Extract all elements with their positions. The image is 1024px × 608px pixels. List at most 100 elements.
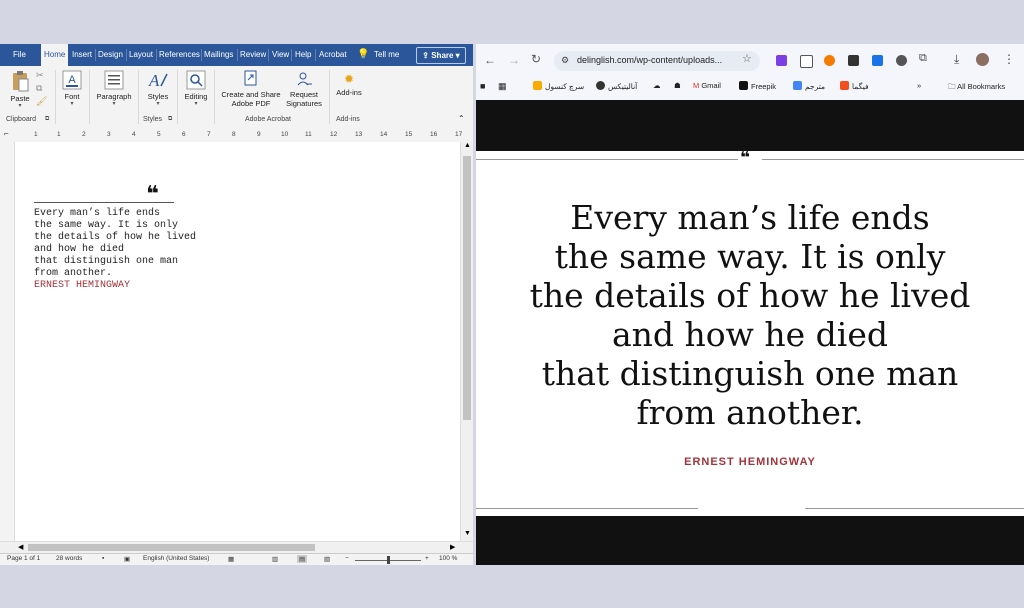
extension-icon[interactable]	[872, 55, 883, 66]
paragraph-button[interactable]: Paragraph ▾	[93, 70, 135, 107]
doc-author: ERNEST HEMINGWAY	[34, 280, 131, 291]
paste-button[interactable]: Paste ▾	[6, 70, 34, 109]
vertical-scrollbar[interactable]: ▲ ▼	[460, 142, 473, 541]
accessibility-icon[interactable]: ▣	[124, 555, 130, 563]
language[interactable]: English (United States)	[143, 555, 209, 562]
svg-text:A: A	[68, 74, 76, 86]
editing-button[interactable]: Editing ▾	[181, 70, 211, 107]
tab-mailings[interactable]: Mailings	[204, 44, 233, 66]
bookmark-extra[interactable]: ☗	[674, 81, 681, 90]
all-bookmarks-label: All Bookmarks	[957, 82, 1006, 91]
quote-line: the same way. It is only	[554, 237, 946, 276]
word-count[interactable]: 28 words	[56, 555, 82, 562]
bookmark-figma[interactable]: فیگما	[840, 81, 869, 91]
copy-icon[interactable]: ⧉	[36, 83, 42, 94]
bookmark-translator[interactable]: مترجم	[793, 81, 825, 91]
scroll-down-icon[interactable]: ▼	[464, 530, 471, 537]
bookmark-gmail[interactable]: M Gmail	[693, 81, 721, 90]
address-bar[interactable]: ⚙ delinglish.com/wp-content/uploads...	[554, 51, 760, 71]
tab-review[interactable]: Review	[240, 44, 266, 66]
ruler-tick: 4	[132, 131, 136, 138]
extension-icon[interactable]	[848, 55, 859, 66]
scroll-right-icon[interactable]: ▶	[450, 543, 455, 551]
scroll-up-icon[interactable]: ▲	[464, 142, 471, 149]
tab-acrobat[interactable]: Acrobat	[319, 44, 347, 66]
quote-line: that distinguish one man	[541, 354, 959, 393]
tab-design[interactable]: Design	[98, 44, 123, 66]
scroll-left-icon[interactable]: ◀	[18, 543, 23, 551]
dialog-launcher-icon[interactable]: ⧉	[168, 116, 172, 123]
extension-icon[interactable]	[824, 55, 835, 66]
print-layout-icon[interactable]: ▤	[297, 555, 308, 563]
ruler-tick: 8	[232, 131, 236, 138]
avatar[interactable]	[976, 53, 989, 66]
url-text[interactable]: delinglish.com/wp-content/uploads...	[577, 55, 722, 65]
create-share-pdf-button[interactable]: Create and Share Adobe PDF	[218, 70, 284, 108]
analytics-icon	[533, 81, 542, 90]
bookmark-analytics[interactable]: آنالیتیکس	[596, 81, 637, 91]
extension-icon[interactable]	[896, 55, 907, 66]
all-bookmarks[interactable]: 🗀 All Bookmarks	[948, 81, 1005, 94]
document-body[interactable]: Every man’s life ends the same way. It i…	[34, 208, 196, 292]
horizontal-ruler: ⌐ 1 1 2 3 4 5 6 7 8 9 10 11 12 13 14 15 …	[0, 128, 473, 143]
format-painter-icon[interactable]: 🖌	[36, 96, 47, 107]
back-icon[interactable]: ←	[484, 53, 496, 67]
tab-insert[interactable]: Insert	[72, 44, 92, 66]
tab-layout[interactable]: Layout	[129, 44, 153, 66]
tab-search-icon[interactable]: ■	[480, 81, 485, 91]
page-count[interactable]: Page 1 of 1	[7, 555, 40, 562]
tab-help[interactable]: Help	[295, 44, 311, 66]
paste-label: Paste	[10, 94, 30, 103]
proofing-icon[interactable]: ▪	[102, 555, 104, 562]
zoom-in-icon[interactable]: +	[425, 555, 429, 562]
font-button[interactable]: A Font ▾	[58, 70, 86, 107]
doc-line: and how he died	[34, 244, 125, 255]
bottom-rule-left	[476, 508, 698, 509]
tab-view[interactable]: View	[272, 44, 289, 66]
zoom-out-icon[interactable]: −	[345, 555, 349, 562]
site-info-icon[interactable]: ⚙	[561, 55, 569, 66]
more-menu-icon[interactable]: ⋮	[1003, 52, 1015, 66]
chevron-down-icon: ▾	[70, 101, 74, 107]
web-layout-icon[interactable]: ▧	[324, 555, 330, 563]
styles-button[interactable]: A Styles ▾	[143, 70, 173, 107]
tell-me-search[interactable]: Tell me	[374, 44, 399, 66]
collapse-ribbon-icon[interactable]: ⌃	[458, 114, 465, 123]
request-signatures-button[interactable]: Request Signatures	[284, 70, 324, 108]
create-share-label-2: Adobe PDF	[231, 99, 271, 108]
zoom-slider-handle[interactable]	[387, 556, 390, 564]
reload-icon[interactable]: ↻	[531, 52, 541, 66]
tab-references[interactable]: References	[159, 44, 200, 66]
scroll-thumb[interactable]	[28, 544, 315, 551]
scroll-thumb[interactable]	[463, 156, 471, 420]
focus-icon[interactable]: ▦	[228, 555, 234, 563]
addins-button[interactable]: ✹ Add-ins	[333, 70, 365, 97]
tab-file[interactable]: File	[13, 44, 26, 66]
bookmarks-overflow-icon[interactable]: »	[917, 81, 921, 90]
bookmark-search-console[interactable]: سرچ کنسول	[533, 81, 584, 91]
tab-separator	[237, 49, 238, 61]
download-icon[interactable]: ⤓	[954, 52, 959, 67]
extension-icon[interactable]	[800, 55, 813, 68]
document-page[interactable]: ❝ Every man’s life ends the same way. It…	[0, 142, 460, 541]
apps-grid-icon[interactable]: ▦	[498, 81, 507, 92]
zoom-level[interactable]: 100 %	[439, 555, 457, 562]
status-bar: Page 1 of 1 28 words ▪ ▣ English (United…	[0, 553, 473, 565]
extension-icon[interactable]	[776, 55, 787, 66]
tab-selector-icon[interactable]: ⌐	[4, 129, 9, 138]
bookmark-label: سرچ کنسول	[545, 82, 585, 91]
extensions-puzzle-icon[interactable]: ⧉	[919, 52, 927, 65]
bookmark-star-icon[interactable]: ☆	[742, 52, 752, 65]
read-mode-icon[interactable]: ▥	[272, 555, 278, 563]
bookmark-cloud[interactable]: ☁	[653, 81, 661, 90]
doc-line: the same way. It is only	[34, 220, 179, 231]
cut-icon[interactable]: ✂	[36, 70, 44, 81]
clipboard-icon	[13, 71, 29, 92]
ruler-tick: 16	[430, 131, 438, 138]
dialog-launcher-icon[interactable]: ⧉	[45, 116, 49, 123]
forward-icon[interactable]: →	[508, 53, 520, 67]
bookmark-freepik[interactable]: Freepik	[739, 81, 776, 91]
lightbulb-icon[interactable]: 💡	[357, 44, 369, 66]
share-button[interactable]: ⇪ Share ▾	[416, 47, 466, 64]
tab-home[interactable]: Home	[41, 44, 69, 66]
